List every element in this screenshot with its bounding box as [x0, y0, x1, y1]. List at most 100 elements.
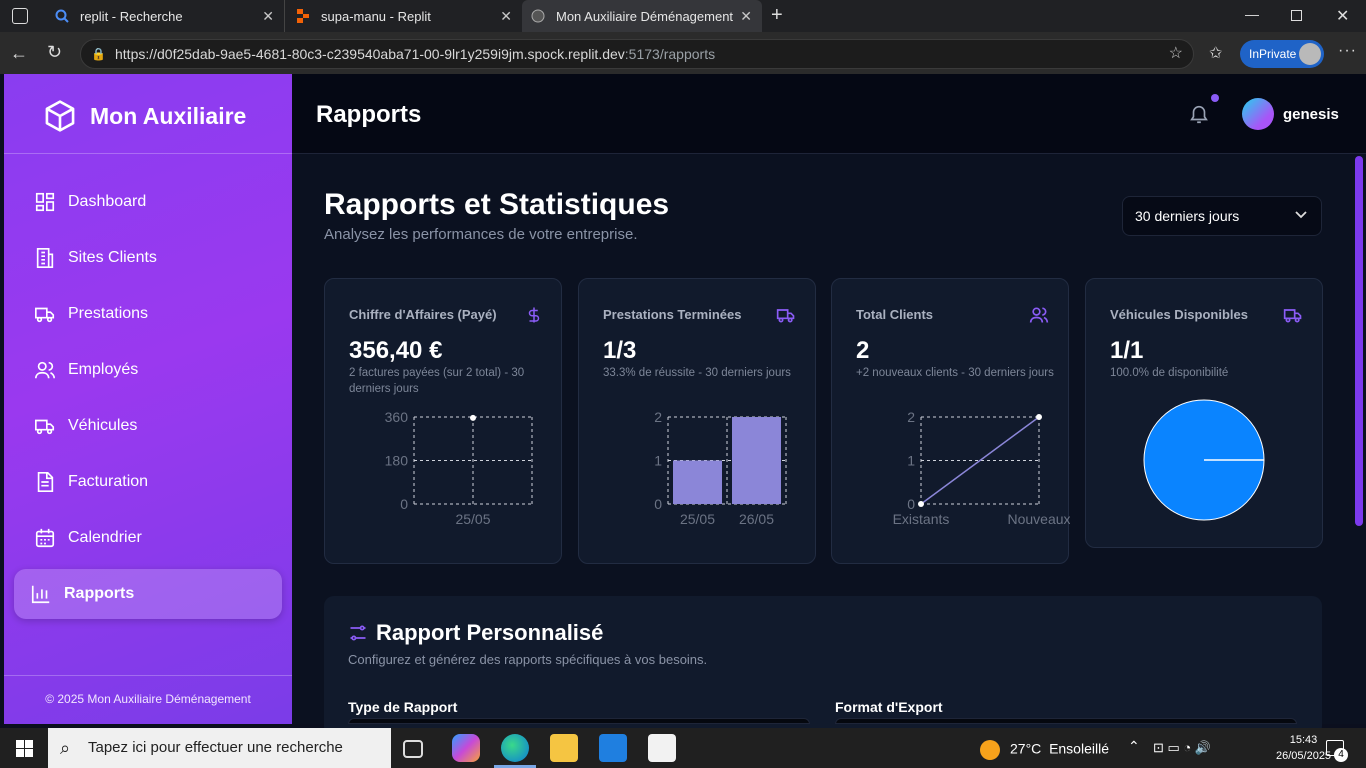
building-icon [36, 248, 54, 268]
card-title: Chiffre d'Affaires (Payé) [349, 307, 497, 322]
page-header-title: Rapports [316, 101, 422, 128]
weather-temp: 27°C [1010, 740, 1042, 757]
favorite-star-icon[interactable]: ☆ [1169, 40, 1183, 68]
more-icon[interactable]: ··· [1338, 42, 1357, 60]
sliders-icon [350, 625, 366, 641]
dollar-icon [528, 307, 540, 323]
sidebar-item-label: Rapports [64, 585, 135, 602]
brand[interactable]: Mon Auxiliaire [44, 96, 246, 136]
period-select[interactable]: 30 derniers jours [1122, 196, 1322, 236]
clock-time: 15:43 [1289, 734, 1318, 746]
search-icon [54, 8, 70, 24]
card-value: 356,40 € [349, 337, 443, 364]
close-icon[interactable]: ✕ [262, 8, 274, 25]
close-icon[interactable]: ✕ [740, 8, 752, 25]
page-subtitle: Analysez les performances de votre entre… [324, 226, 638, 243]
x-tick-label: Existants [893, 511, 950, 527]
x-tick-label: 25/05 [455, 511, 490, 527]
site-info-icon[interactable]: 🔒 [91, 40, 106, 68]
prestations-chart: 0 1 2 25/05 26/05 [654, 409, 787, 527]
weather-widget[interactable]: 27°C Ensoleillé [980, 740, 1109, 760]
stat-card-revenue: Chiffre d'Affaires (Payé) 356,40 € 2 fac… [324, 278, 562, 564]
file-icon [37, 472, 54, 492]
tab-label: supa-manu - Replit [321, 8, 431, 24]
refresh-icon[interactable]: ↻ [47, 42, 62, 63]
y-tick-label: 180 [385, 453, 409, 469]
sidebar-item-label: Employés [68, 361, 139, 378]
clock[interactable]: 15:43 26/05/2025 [1276, 732, 1331, 764]
scrollbar[interactable] [1353, 154, 1366, 724]
sidebar-footer: © 2025 Mon Auxiliaire Déménagement [45, 692, 251, 706]
clients-chart: 0 1 2 Existants Nouveaux [893, 409, 1070, 527]
sidebar-item-employes[interactable]: Employés [34, 355, 284, 385]
close-window-icon[interactable]: ✕ [1336, 6, 1349, 26]
restore-icon[interactable] [1291, 10, 1302, 21]
notification-count: 4 [1334, 748, 1348, 762]
app-icon[interactable] [648, 734, 676, 762]
x-tick-label: 26/05 [739, 511, 774, 527]
mail-icon[interactable] [599, 734, 627, 762]
chevron-up-icon[interactable]: ⌃ [1128, 738, 1140, 755]
inprivate-label: InPrivate [1249, 47, 1297, 61]
search-placeholder: Tapez ici pour effectuer une recherche [88, 739, 343, 756]
vehicules-chart [1143, 399, 1265, 521]
url-path: :5173/rapports [624, 46, 716, 62]
bar [732, 417, 781, 504]
browser-tab[interactable]: supa-manu - Replit ✕ [284, 0, 522, 32]
report-type-select[interactable] [348, 718, 810, 724]
avatar[interactable] [1242, 98, 1274, 130]
url-input[interactable]: 🔒 https://d0f25dab-9ae5-4681-80c3-c23954… [80, 39, 1194, 69]
browser-tab[interactable]: replit - Recherche ✕ [44, 0, 284, 32]
y-tick-label: 0 [654, 496, 662, 512]
data-point [470, 414, 476, 421]
sidebar-item-dashboard[interactable]: Dashboard [34, 187, 284, 217]
card-title: Véhicules Disponibles [1110, 307, 1248, 322]
export-format-select[interactable] [835, 718, 1297, 724]
edge-icon[interactable] [501, 734, 529, 762]
chevron-down-icon [1295, 211, 1307, 219]
sidebar-item-vehicules[interactable]: Véhicules [34, 411, 284, 441]
weather-text: Ensoleillé [1049, 740, 1109, 757]
truck-icon [35, 419, 55, 435]
file-explorer-icon[interactable] [550, 734, 578, 762]
minimize-icon[interactable]: — [1245, 6, 1259, 22]
sidebar-item-calendrier[interactable]: Calendrier [34, 523, 284, 553]
taskbar-search[interactable]: ⌕ Tapez ici pour effectuer une recherche [48, 728, 391, 768]
back-icon[interactable]: ← [10, 43, 28, 64]
stat-card-prestations: Prestations Terminées 1/3 33.3% de réuss… [578, 278, 816, 564]
tray-icons[interactable]: ⊡ ▭ ◔ 🔊 [1153, 740, 1211, 756]
users-icon [1029, 307, 1049, 323]
stat-card-clients: Total Clients 2 +2 nouveaux clients - 30… [831, 278, 1070, 564]
sidebar-item-rapports[interactable]: Rapports [30, 579, 280, 609]
card-subtitle: 33.3% de réussite - 30 derniers jours [603, 367, 791, 379]
cube-icon [45, 100, 75, 132]
truck-icon [1283, 309, 1302, 323]
sidebar-item-prestations[interactable]: Prestations [34, 299, 284, 329]
card-value: 1/3 [603, 337, 637, 364]
period-value: 30 derniers jours [1135, 208, 1240, 224]
data-point [1036, 414, 1042, 420]
y-tick-label: 0 [400, 496, 408, 512]
card-subtitle: 100.0% de disponibilité [1110, 367, 1229, 379]
x-tick-label: Nouveaux [1007, 511, 1070, 527]
sidebar-item-sites-clients[interactable]: Sites Clients [34, 243, 284, 273]
sidebar-item-facturation[interactable]: Facturation [34, 467, 284, 497]
grid-icon [35, 192, 55, 212]
y-tick-label: 360 [385, 409, 409, 425]
users-icon [35, 361, 55, 379]
user-name[interactable]: genesis [1283, 106, 1339, 123]
tab-actions-icon[interactable] [12, 8, 28, 24]
custom-report-subtitle: Configurez et générez des rapports spéci… [348, 652, 708, 667]
divider [4, 153, 292, 154]
report-type-label: Type de Rapport [348, 699, 458, 715]
browser-tab-active[interactable]: Mon Auxiliaire Déménagement ✕ [522, 0, 762, 32]
copilot-icon[interactable] [452, 734, 480, 762]
revenue-chart: 0 180 360 25/05 [385, 409, 533, 527]
windows-start-icon[interactable] [16, 740, 33, 757]
inprivate-badge[interactable]: InPrivate [1240, 40, 1324, 68]
close-icon[interactable]: ✕ [500, 8, 512, 25]
bell-icon[interactable] [1188, 103, 1210, 125]
new-tab-icon[interactable]: + [771, 4, 783, 27]
favorites-icon[interactable]: ✩ [1209, 43, 1222, 63]
task-view-icon[interactable] [403, 740, 423, 758]
